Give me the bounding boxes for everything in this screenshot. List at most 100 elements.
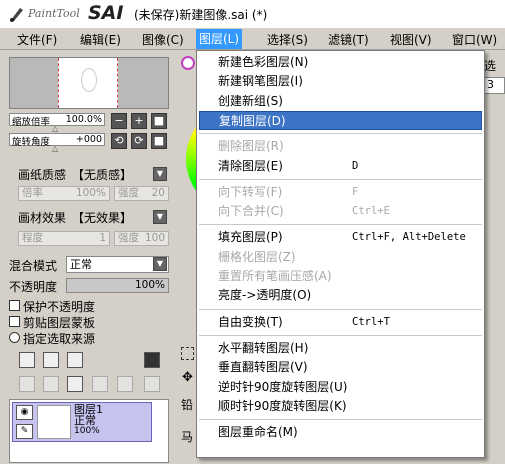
rotate-ccw-button[interactable]: ⟲ xyxy=(111,133,127,149)
layer-menu-item-label: 栅格化图层(Z) xyxy=(218,249,296,264)
left-panel: 缩放倍率 100.0% △ 旋转角度 +000 △ − + ■ ⟲ ⟳ ■ 画纸… xyxy=(0,51,178,464)
rotate-slider-thumb[interactable]: △ xyxy=(52,144,58,153)
layer-menu-item[interactable]: 新建钢笔图层(I) xyxy=(197,72,484,91)
clip-group-checkbox[interactable] xyxy=(9,316,20,327)
new-pen-layer-icon[interactable] xyxy=(43,352,59,368)
layer-menu-item[interactable]: 亮度->透明度(O) xyxy=(197,286,484,305)
app-logo-big: SAI xyxy=(88,2,124,24)
zoom-value: 100.0% xyxy=(65,114,102,125)
copy-layer-icon[interactable] xyxy=(117,376,133,392)
paper-texture-value[interactable]: 【无质感】 xyxy=(72,166,132,183)
navigator-preview[interactable] xyxy=(9,57,169,109)
right-panel-input[interactable]: 3 xyxy=(483,77,505,94)
layer-menu-item-label: 亮度->透明度(O) xyxy=(218,288,312,303)
layer-menu-item[interactable]: 垂直翻转图层(V) xyxy=(197,358,484,377)
opacity-slider[interactable]: 100% xyxy=(66,278,169,293)
layer-menu-item[interactable]: 清除图层(E) D xyxy=(197,157,484,176)
layer-menu-item[interactable]: 新建色彩图层(N) xyxy=(197,53,484,72)
merge-down-icon[interactable] xyxy=(43,376,59,392)
clear-layer-icon[interactable] xyxy=(67,376,83,392)
layer-menu-item-label: 水平翻转图层(H) xyxy=(218,340,309,355)
paper-texture-label: 画纸质感 xyxy=(18,168,67,182)
layer-menu-item-label: 新建钢笔图层(I) xyxy=(218,74,303,89)
layer-menu-item: 栅格化图层(Z) xyxy=(197,248,484,267)
menu-filter[interactable]: 滤镜(T) xyxy=(328,31,369,48)
window-title: (未保存)新建图像.sai (*) xyxy=(134,8,268,22)
lock-layer-icon[interactable] xyxy=(144,376,160,392)
zoom-slider-thumb[interactable]: △ xyxy=(52,124,58,133)
layer-menu-item-shortcut: Ctrl+F, Alt+Delete xyxy=(352,231,466,244)
layer-mask-icon[interactable] xyxy=(144,352,160,368)
menu-select[interactable]: 选择(S) xyxy=(267,31,308,48)
effect-degree-label: 程度 xyxy=(22,232,43,244)
layer-menu-item[interactable]: 水平翻转图层(H) xyxy=(197,339,484,358)
selection-source-radio[interactable] xyxy=(9,332,20,343)
layer-menu-item-label: 创建新组(S) xyxy=(218,93,283,108)
layer-menu-item-label: 新建色彩图层(N) xyxy=(218,55,309,69)
rotate-label: 旋转角度 xyxy=(12,137,51,148)
menu-layer[interactable]: 图层(L) xyxy=(196,29,243,49)
menu-edit[interactable]: 编辑(E) xyxy=(80,31,121,48)
layer-menu-item[interactable]: 图层重命名(M) xyxy=(197,423,484,442)
layer-menu-item-shortcut: Ctrl+E xyxy=(352,205,390,218)
rotate-reset-button[interactable]: ■ xyxy=(151,133,167,149)
tool-pencil-label[interactable]: 铅 xyxy=(181,396,193,413)
zoom-label: 缩放倍率 xyxy=(12,117,51,128)
visibility-eye-icon[interactable]: ◉ xyxy=(16,405,33,420)
menu-file[interactable]: 文件(F) xyxy=(17,31,57,48)
title-bar: PaintTool SAI (未保存)新建图像.sai (*) xyxy=(0,0,505,28)
opacity-label: 不透明度 xyxy=(9,280,58,294)
blend-mode-dropdown-icon[interactable]: ▼ xyxy=(153,257,167,271)
color-wheel-mode-icon[interactable] xyxy=(181,56,195,70)
zoom-reset-button[interactable]: ■ xyxy=(151,113,167,129)
layer-menu-item: 向下转写(F) F xyxy=(197,183,484,202)
brush-effect-dropdown-icon[interactable]: ▼ xyxy=(153,210,167,224)
layer-menu-item[interactable]: 填充图层(P) Ctrl+F, Alt+Delete xyxy=(197,228,484,247)
paper-texture-dropdown-icon[interactable]: ▼ xyxy=(153,167,167,181)
layer-menu-item[interactable]: 逆时针90度旋转图层(U) xyxy=(197,378,484,397)
layer-menu-item-label: 垂直翻转图层(V) xyxy=(218,360,308,375)
menu-window[interactable]: 窗口(W) xyxy=(452,31,497,48)
zoom-out-button[interactable]: − xyxy=(111,113,127,129)
brush-effect-value[interactable]: 【无效果】 xyxy=(72,209,132,226)
layer-menu-item-label: 图层重命名(M) xyxy=(218,425,298,440)
layer-menu-item[interactable]: 创建新组(S) xyxy=(197,92,484,111)
layer-menu-item-shortcut: D xyxy=(352,159,359,172)
selection-source-label: 指定选取来源 xyxy=(23,332,96,346)
delete-layer-icon[interactable] xyxy=(92,376,108,392)
navigator-canvas xyxy=(58,58,118,108)
move-tool-icon[interactable]: ✥ xyxy=(182,370,193,385)
layer-menu-item-shortcut: Ctrl+T xyxy=(352,315,390,328)
right-panel-value: 3 xyxy=(487,78,494,91)
layer-menu-item[interactable]: 复制图层(D) xyxy=(199,110,482,130)
menu-separator xyxy=(199,133,482,135)
preserve-opacity-checkbox[interactable] xyxy=(9,300,20,311)
layer-list: ◉ ✎ 图层1 正常 100% xyxy=(9,399,169,463)
rotate-cw-button[interactable]: ⟳ xyxy=(131,133,147,149)
menu-view[interactable]: 视图(V) xyxy=(390,31,432,48)
brush-effect-label: 画材效果 xyxy=(18,211,67,225)
edit-pen-icon[interactable]: ✎ xyxy=(16,424,33,439)
clip-group-label: 剪贴图层蒙板 xyxy=(23,316,96,330)
layer-menu-item[interactable]: 自由变换(T) Ctrl+T xyxy=(197,313,484,332)
new-layer-icon[interactable] xyxy=(19,352,35,368)
transfer-down-icon[interactable] xyxy=(19,376,35,392)
menu-bar: 文件(F) 编辑(E) 图像(C) 图层(L) 选择(S) 滤镜(T) 视图(V… xyxy=(0,28,505,50)
selection-tool-icon[interactable] xyxy=(181,347,194,360)
menu-separator xyxy=(199,224,482,226)
new-folder-icon[interactable] xyxy=(67,352,83,368)
layer-menu-item-label: 顺时针90度旋转图层(K) xyxy=(218,398,347,413)
tool-marker-label[interactable]: 马 xyxy=(181,428,193,445)
layer-menu-item[interactable]: 顺时针90度旋转图层(K) xyxy=(197,397,484,416)
menu-image[interactable]: 图像(C) xyxy=(142,31,184,48)
effect-degree-value: 1 xyxy=(99,232,106,244)
layer-menu-item: 重置所有笔画压感(A) xyxy=(197,267,484,286)
layer-menu-item-label: 填充图层(P) xyxy=(218,230,283,245)
layer-menu-item-label: 重置所有笔画压感(A) xyxy=(218,269,332,283)
zoom-in-button[interactable]: + xyxy=(131,113,147,129)
layer-menu-item-label: 删除图层(R) xyxy=(218,139,284,154)
blend-mode-value: 正常 xyxy=(70,258,92,271)
layer-row[interactable]: ◉ ✎ 图层1 正常 100% xyxy=(12,402,152,442)
preserve-opacity-label: 保护不透明度 xyxy=(23,300,96,314)
app-logo-small: PaintTool xyxy=(28,7,80,20)
